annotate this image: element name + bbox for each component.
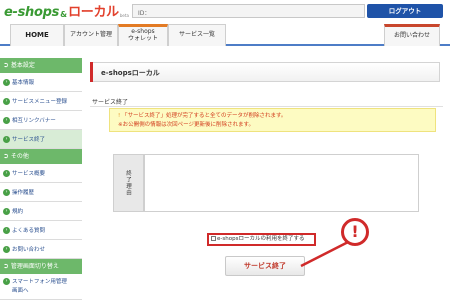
sidebar-item-label-line1: スマートフォン用管理 bbox=[12, 279, 67, 285]
reason-label: 終了理由 bbox=[113, 154, 144, 212]
arrow-circle-icon: › bbox=[3, 78, 10, 86]
sidebar-group-other: ➲ その他 bbox=[0, 149, 82, 164]
sidebar-item-label: お問い合わせ bbox=[12, 247, 46, 253]
logo-tag: beta bbox=[119, 13, 129, 18]
tab-wallet-line2: ウォレット bbox=[127, 35, 158, 42]
section-title: サービス終了 bbox=[92, 99, 129, 106]
sidebar-item-history[interactable]: › 操作履歴 bbox=[0, 183, 82, 202]
sidebar-item-label: サービス概要 bbox=[12, 171, 46, 177]
sidebar-item-terms[interactable]: › 規約 bbox=[0, 202, 82, 221]
notice-line2: ※お公開側の情報は次回ページ更新後に削除されます。 bbox=[118, 122, 254, 128]
warning-notice: ! 「サービス終了」処理が完了すると全てのデータが削除されます。 ※お公開側の情… bbox=[109, 108, 436, 132]
logo-eshops: e-shops bbox=[4, 5, 60, 20]
sidebar-group-label: 基本設定 bbox=[10, 62, 35, 69]
arrow-icon: ➲ bbox=[3, 61, 9, 69]
arrow-circle-icon: › bbox=[3, 278, 10, 285]
section-divider bbox=[90, 106, 443, 107]
checkbox-square[interactable] bbox=[211, 236, 216, 241]
sidebar-item-service-menu[interactable]: › サービスメニュー登録 bbox=[0, 92, 82, 111]
sidebar-group-label: 管理画面切り替え bbox=[10, 263, 59, 270]
arrow-icon: ➲ bbox=[3, 152, 9, 160]
tab-wallet[interactable]: e-shops ウォレット bbox=[118, 24, 168, 46]
sidebar-item-smartphone-admin[interactable]: › スマートフォン用管理 画面へ bbox=[0, 274, 82, 300]
sidebar-item-label-line2: 画面へ bbox=[12, 288, 29, 294]
arrow-icon: ➲ bbox=[3, 262, 9, 270]
end-service-button[interactable]: サービス終了 bbox=[225, 256, 305, 276]
sidebar-item-label: サービスメニュー登録 bbox=[12, 99, 68, 105]
sidebar-item-faq[interactable]: › よくある質問 bbox=[0, 221, 82, 240]
sidebar-group-label: その他 bbox=[10, 153, 29, 160]
sidebar-item-basic-info[interactable]: › 基本情報 bbox=[0, 73, 82, 92]
arrow-circle-icon: › bbox=[3, 207, 10, 215]
sidebar-item-label: よくある質問 bbox=[12, 228, 46, 234]
main-nav: HOME アカウント管理 e-shops ウォレット サービス一覧 お問い合わせ bbox=[0, 22, 450, 46]
arrow-circle-icon: › bbox=[3, 97, 10, 105]
end-service-checkbox[interactable]: e-shopsローカルの利用を終了する bbox=[207, 233, 316, 246]
sidebar-item-label: 相互リンクバナー bbox=[12, 118, 56, 124]
sidebar-item-overview[interactable]: › サービス概要 bbox=[0, 164, 82, 183]
sidebar-item-label: 基本情報 bbox=[12, 80, 35, 86]
sidebar-group-switch: ➲ 管理画面切り替え bbox=[0, 259, 82, 274]
sidebar-item-label: サービス終了 bbox=[12, 137, 46, 143]
top-bar: e-shops & ローカル beta ID： ログアウト bbox=[0, 0, 450, 22]
sidebar-group-basic: ➲ 基本設定 bbox=[0, 58, 82, 73]
sidebar: ➲ 基本設定 › 基本情報 › サービスメニュー登録 › 相互リンクバナー › サービス… bbox=[0, 58, 82, 300]
logo-local: ローカル bbox=[68, 5, 119, 20]
logout-button[interactable]: ログアウト bbox=[367, 4, 443, 18]
sidebar-item-link-banner[interactable]: › 相互リンクバナー bbox=[0, 111, 82, 130]
tab-service-list[interactable]: サービス一覧 bbox=[168, 24, 226, 46]
sidebar-item-label: 操作履歴 bbox=[12, 190, 35, 196]
arrow-circle-icon: › bbox=[3, 245, 10, 253]
warning-icon: ! bbox=[118, 113, 121, 119]
sidebar-item-label: スマートフォン用管理 画面へ bbox=[12, 278, 67, 296]
logo-amp: & bbox=[60, 10, 68, 19]
tab-wallet-line1: e-shops bbox=[131, 28, 155, 35]
arrow-circle-icon: › bbox=[3, 116, 10, 124]
sidebar-item-label: 規約 bbox=[12, 209, 24, 215]
checkbox-label: e-shopsローカルの利用を終了する bbox=[217, 236, 305, 242]
tab-contact[interactable]: お問い合わせ bbox=[384, 24, 440, 46]
arrow-circle-icon: › bbox=[3, 169, 10, 177]
page-title-box: e-shopsローカル bbox=[90, 62, 440, 82]
user-id-display: ID： bbox=[132, 4, 365, 18]
notice-line1: 「サービス終了」処理が完了すると全てのデータが削除されます。 bbox=[121, 113, 287, 119]
arrow-circle-icon: › bbox=[3, 226, 10, 234]
exclamation-callout-icon: ! bbox=[341, 218, 369, 246]
sidebar-item-contact[interactable]: › お問い合わせ bbox=[0, 240, 82, 259]
tab-account[interactable]: アカウント管理 bbox=[64, 24, 118, 46]
reason-textarea[interactable] bbox=[144, 154, 419, 212]
arrow-circle-icon: › bbox=[3, 135, 10, 143]
reason-form: 終了理由 bbox=[113, 154, 419, 212]
tab-home[interactable]: HOME bbox=[10, 24, 64, 46]
sidebar-item-service-end[interactable]: › サービス終了 bbox=[0, 130, 82, 149]
logo[interactable]: e-shops & ローカル beta bbox=[4, 2, 129, 20]
arrow-circle-icon: › bbox=[3, 188, 10, 196]
page-title: e-shopsローカル bbox=[101, 69, 160, 77]
